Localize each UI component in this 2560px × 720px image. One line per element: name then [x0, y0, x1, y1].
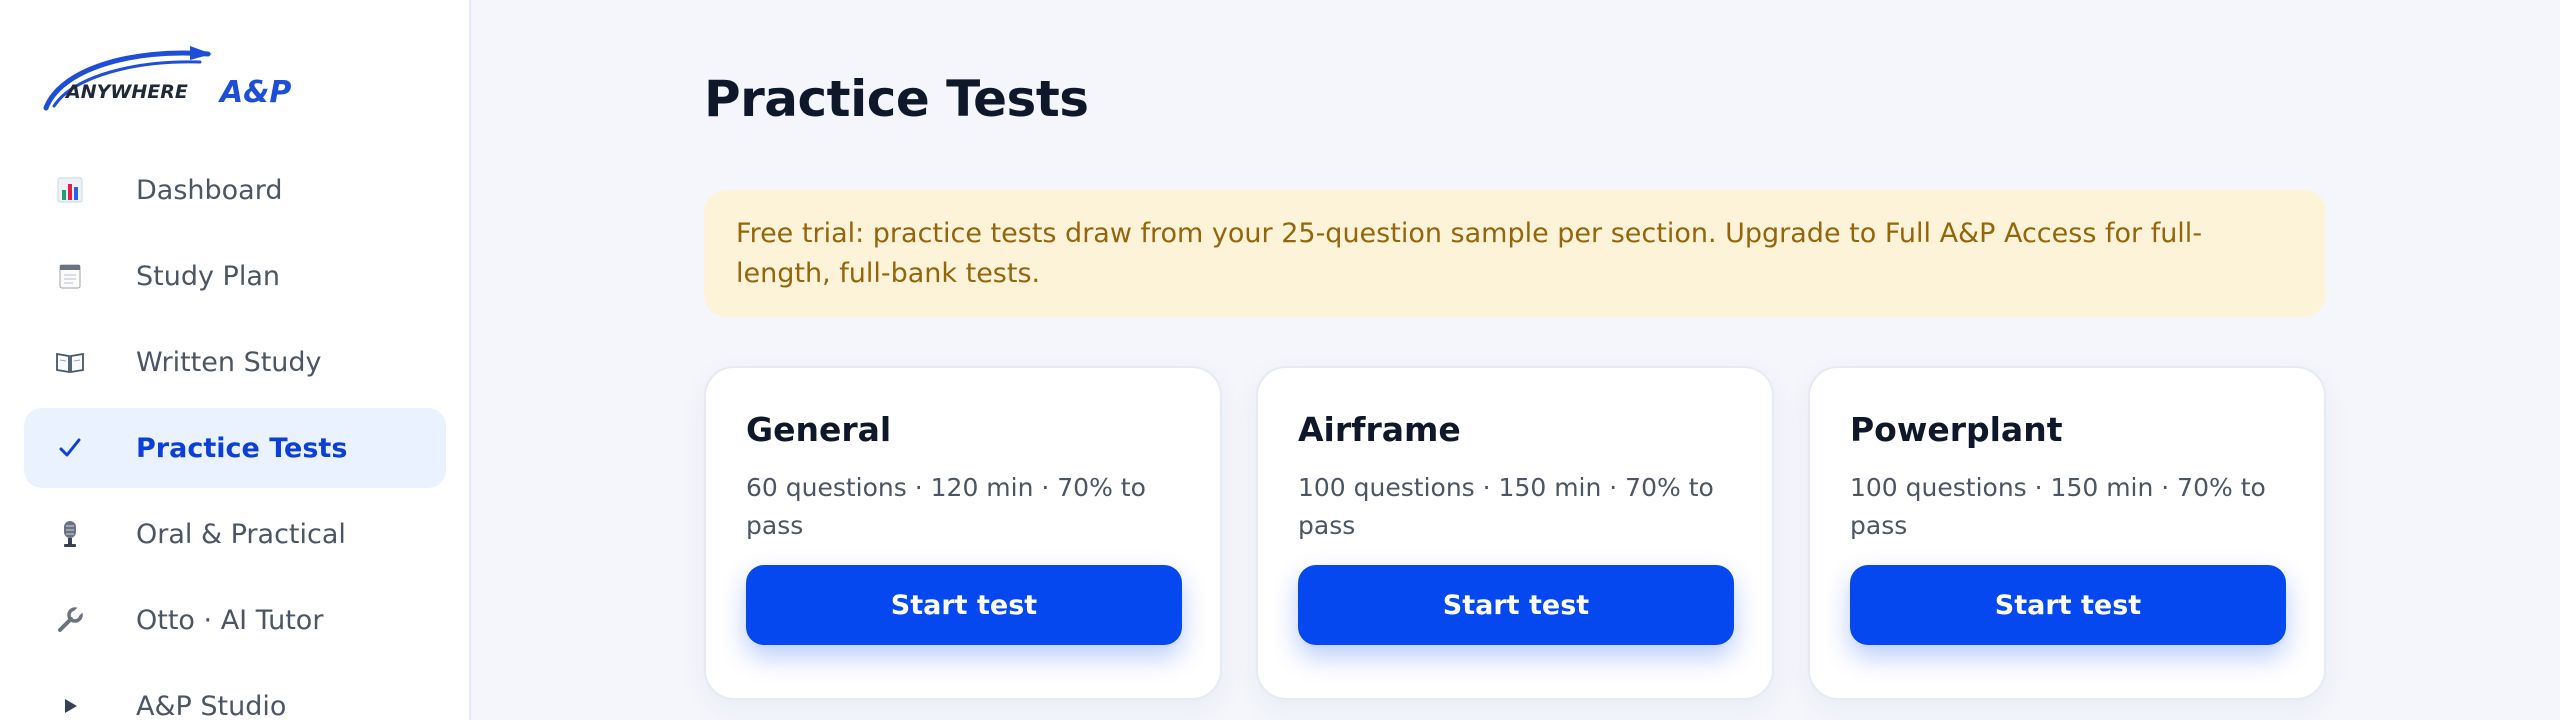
- checkmark-icon: [50, 428, 90, 468]
- main-content: Practice Tests Free trial: practice test…: [471, 0, 2560, 720]
- card-meta: 100 questions · 150 min · 70% to pass: [1298, 473, 1714, 540]
- sidebar-item-label: Oral & Practical: [136, 518, 346, 550]
- sidebar-item-label: Otto · AI Tutor: [136, 604, 324, 636]
- svg-text:A&P: A&P: [218, 75, 291, 110]
- sidebar-item-label: Practice Tests: [136, 432, 348, 464]
- card-title: General: [746, 410, 892, 449]
- sidebar: ANYWHERE A&P Dashboard Study Plan Writte…: [0, 0, 471, 720]
- card-title: Powerplant: [1850, 410, 2063, 449]
- sidebar-item-label: Written Study: [136, 346, 322, 378]
- test-card-airframe: Airframe 100 questions · 150 min · 70% t…: [1256, 366, 1774, 700]
- app-root: ANYWHERE A&P Dashboard Study Plan Writte…: [0, 0, 2560, 720]
- sidebar-item-written-study[interactable]: Written Study: [24, 322, 446, 402]
- page-title: Practice Tests: [704, 70, 1089, 128]
- sidebar-item-label: A&P Studio: [136, 690, 287, 720]
- sidebar-item-ap-studio[interactable]: A&P Studio: [24, 666, 446, 720]
- card-title: Airframe: [1298, 410, 1461, 449]
- free-trial-banner: Free trial: practice tests draw from you…: [704, 190, 2326, 317]
- svg-text:ANYWHERE: ANYWHERE: [64, 81, 188, 103]
- sidebar-nav: Dashboard Study Plan Written Study Pract…: [24, 150, 446, 720]
- sidebar-item-study-plan[interactable]: Study Plan: [24, 236, 446, 316]
- sidebar-item-dashboard[interactable]: Dashboard: [24, 150, 446, 230]
- sidebar-item-practice-tests[interactable]: Practice Tests: [24, 408, 446, 488]
- wrench-icon: [50, 600, 90, 640]
- microphone-icon: [50, 514, 90, 554]
- anywhere-ap-logo[interactable]: ANYWHERE A&P: [40, 40, 320, 116]
- sidebar-item-oral-practical[interactable]: Oral & Practical: [24, 494, 446, 574]
- test-card-powerplant: Powerplant 100 questions · 150 min · 70%…: [1808, 366, 2326, 700]
- test-card-general: General 60 questions · 120 min · 70% to …: [704, 366, 1222, 700]
- bar-chart-icon: [50, 170, 90, 210]
- notepad-icon: [50, 256, 90, 296]
- play-icon: [50, 686, 90, 720]
- start-test-button-general[interactable]: Start test: [746, 565, 1182, 645]
- start-test-button-airframe[interactable]: Start test: [1298, 565, 1734, 645]
- open-book-icon: [50, 342, 90, 382]
- sidebar-item-label: Dashboard: [136, 174, 283, 206]
- start-test-button-powerplant[interactable]: Start test: [1850, 565, 2286, 645]
- sidebar-item-label: Study Plan: [136, 260, 280, 292]
- card-meta: 100 questions · 150 min · 70% to pass: [1850, 473, 2266, 540]
- card-meta: 60 questions · 120 min · 70% to pass: [746, 473, 1146, 540]
- sidebar-item-otto-ai-tutor[interactable]: Otto · AI Tutor: [24, 580, 446, 660]
